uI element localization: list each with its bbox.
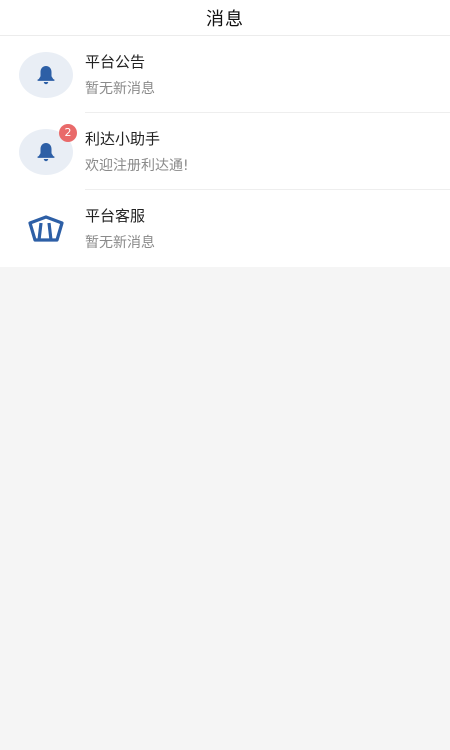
message-title: 平台公告 [85,52,146,71]
message-text-block: 利达小助手 欢迎注册利达通! [85,113,450,190]
customer-service-avatar [19,205,73,252]
message-preview: 暂无新消息 [85,80,155,97]
unread-count-badge: 2 [59,123,77,142]
message-item-assistant[interactable]: 2 利达小助手 欢迎注册利达通! [0,113,450,190]
message-text-block: 平台客服 暂无新消息 [85,190,450,267]
message-title: 平台客服 [85,207,146,225]
message-list: 平台公告 暂无新消息 2 利达小助手 欢迎注册利达通! 平台客服 暂无新消息 [0,36,450,267]
page-title: 消息 [206,8,244,30]
message-preview: 欢迎注册利达通! [85,157,189,174]
announcement-avatar [19,51,73,98]
message-title: 利达小助手 [85,129,161,148]
service-logo-icon [28,214,64,242]
messages-page: 消息 平台公告 暂无新消息 2 利达小助手 欢迎注册利达通! 平台客服 暂无新消… [0,0,450,750]
message-preview: 暂无新消息 [85,235,155,251]
assistant-avatar: 2 [19,123,77,175]
top-bar: 消息 [0,0,450,36]
message-text-block: 平台公告 暂无新消息 [85,36,450,113]
bell-icon [37,65,55,84]
bell-icon [37,142,55,161]
message-item-platform-announcement[interactable]: 平台公告 暂无新消息 [0,36,450,113]
message-item-customer-service[interactable]: 平台客服 暂无新消息 [0,190,450,267]
